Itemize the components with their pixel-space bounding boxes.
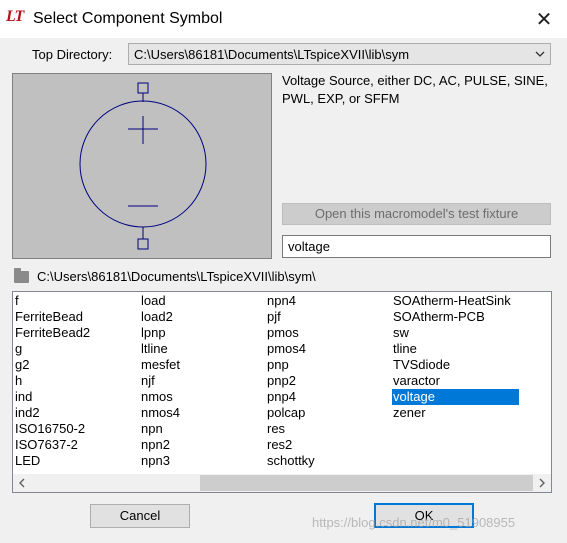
list-column: f FerriteBead FerriteBead2 g g2 h ind ind2 ISO16… xyxy=(14,293,90,469)
cancel-button[interactable]: Cancel xyxy=(90,504,190,528)
list-item[interactable]: ind2 xyxy=(14,405,90,421)
close-button[interactable]: ✕ xyxy=(530,6,558,32)
list-item[interactable]: ind xyxy=(14,389,90,405)
list-column: SOAtherm-HeatSink SOAtherm-PCB sw tline TVSd… xyxy=(392,293,519,421)
list-item[interactable]: FerriteBead2 xyxy=(14,325,90,341)
list-item[interactable]: pjf xyxy=(266,309,315,325)
list-item[interactable]: g2 xyxy=(14,357,90,373)
list-item[interactable]: mesfet xyxy=(140,357,180,373)
list-item[interactable]: pmos xyxy=(266,325,315,341)
list-item[interactable]: pmos4 xyxy=(266,341,315,357)
list-item[interactable]: SOAtherm-PCB xyxy=(392,309,519,325)
list-column: load load2 lpnp ltline mesfet njf nmos nmos4 npn… xyxy=(140,293,180,469)
title-bar: LT Select Component Symbol ✕ xyxy=(0,0,567,38)
list-item[interactable]: ltline xyxy=(140,341,180,357)
top-directory-dropdown[interactable]: C:\Users\86181\Documents\LTspiceXVII\lib… xyxy=(128,43,551,65)
list-item[interactable]: nmos4 xyxy=(140,405,180,421)
horizontal-scrollbar[interactable] xyxy=(13,474,551,492)
list-item[interactable]: npn xyxy=(140,421,180,437)
ltspice-logo-icon: LT xyxy=(6,8,24,25)
list-item[interactable]: LED xyxy=(14,453,90,469)
list-item[interactable]: res xyxy=(266,421,315,437)
list-item[interactable]: pnp4 xyxy=(266,389,315,405)
list-item[interactable]: npn4 xyxy=(266,293,315,309)
list-item[interactable]: npn2 xyxy=(140,437,180,453)
current-path-text: C:\Users\86181\Documents\LTspiceXVII\lib… xyxy=(37,269,316,284)
list-item[interactable]: load2 xyxy=(140,309,180,325)
list-item[interactable]: njf xyxy=(140,373,180,389)
list-item[interactable]: SOAtherm-HeatSink xyxy=(392,293,519,309)
list-item[interactable]: pnp xyxy=(266,357,315,373)
scrollbar-thumb[interactable] xyxy=(200,475,533,491)
list-item[interactable]: schottky xyxy=(266,453,315,469)
component-list[interactable]: f FerriteBead FerriteBead2 g g2 h ind ind2 ISO16… xyxy=(12,291,552,493)
list-item[interactable]: tline xyxy=(392,341,519,357)
watermark-text: https://blog.csdn.net/m0_51908955 xyxy=(312,515,516,530)
component-name-input[interactable]: voltage xyxy=(282,235,551,258)
list-item[interactable]: f xyxy=(14,293,90,309)
voltage-source-symbol xyxy=(79,82,207,250)
list-item[interactable]: ISO7637-2 xyxy=(14,437,90,453)
list-item[interactable]: FerriteBead xyxy=(14,309,90,325)
list-item[interactable]: TVSdiode xyxy=(392,357,519,373)
scroll-right-icon[interactable] xyxy=(533,474,551,492)
list-item[interactable]: lpnp xyxy=(140,325,180,341)
window-title: Select Component Symbol xyxy=(33,10,223,27)
list-item[interactable]: ISO16750-2 xyxy=(14,421,90,437)
folder-icon xyxy=(14,267,29,283)
list-item[interactable]: sw xyxy=(392,325,519,341)
scroll-left-icon[interactable] xyxy=(13,474,31,492)
current-path: C:\Users\86181\Documents\LTspiceXVII\lib… xyxy=(14,267,316,284)
list-item[interactable]: voltage xyxy=(392,389,519,405)
chevron-down-icon xyxy=(534,46,546,65)
list-item[interactable]: zener xyxy=(392,405,519,421)
list-item[interactable]: nmos xyxy=(140,389,180,405)
list-item[interactable]: g xyxy=(14,341,90,357)
open-test-fixture-button[interactable]: Open this macromodel's test fixture xyxy=(282,203,551,225)
component-description: Voltage Source, either DC, AC, PULSE, SI… xyxy=(282,73,548,106)
list-column: npn4 pjf pmos pmos4 pnp pnp2 pnp4 polcap res res2… xyxy=(266,293,315,469)
top-directory-label: Top Directory: xyxy=(32,47,113,62)
list-item[interactable]: h xyxy=(14,373,90,389)
symbol-preview xyxy=(12,73,272,259)
list-item[interactable]: res2 xyxy=(266,437,315,453)
list-item[interactable]: npn3 xyxy=(140,453,180,469)
list-item[interactable]: varactor xyxy=(392,373,519,389)
list-item[interactable]: load xyxy=(140,293,180,309)
list-item[interactable]: pnp2 xyxy=(266,373,315,389)
list-item[interactable]: polcap xyxy=(266,405,315,421)
top-directory-value: C:\Users\86181\Documents\LTspiceXVII\lib… xyxy=(134,47,410,62)
